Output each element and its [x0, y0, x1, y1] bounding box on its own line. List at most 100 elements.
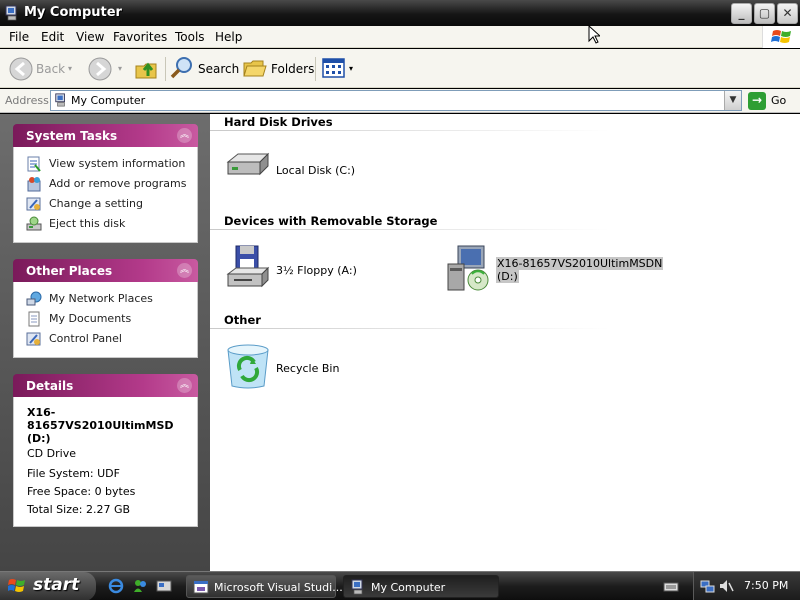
messenger-icon[interactable] — [132, 578, 148, 594]
collapse-icon[interactable]: ︽ — [177, 128, 192, 143]
mouse-cursor-icon — [588, 25, 600, 44]
other-places-panel: Other Places ︽ My Network Places My Docu… — [13, 259, 198, 358]
address-bar: Address My Computer ▼ → Go — [0, 89, 800, 113]
recycle-bin[interactable]: Recycle Bin — [224, 342, 384, 394]
taskbar: start Microsoft Visual Studi... My Compu… — [0, 571, 800, 600]
task-pane: System Tasks ︽ View system information A… — [0, 114, 210, 571]
keyboard-icon[interactable] — [663, 579, 679, 595]
my-network-places-link[interactable]: My Network Places — [14, 289, 197, 309]
details-item-name: X16-81657VS2010UltimMSD (D:) — [27, 406, 174, 445]
search-button[interactable]: Search — [170, 56, 239, 82]
toolbar-separator — [315, 57, 316, 81]
back-arrow-icon — [9, 57, 33, 81]
menu-tools[interactable]: Tools — [175, 30, 205, 44]
recycle-bin-icon — [227, 344, 269, 389]
up-folder-button[interactable] — [134, 56, 160, 82]
my-documents-icon — [28, 311, 40, 327]
network-places-icon — [26, 291, 42, 306]
minimize-button[interactable]: _ — [731, 3, 752, 24]
installer-window-icon — [193, 580, 209, 594]
menu-view[interactable]: View — [76, 30, 104, 44]
views-icon — [322, 58, 345, 78]
group-divider — [210, 328, 610, 329]
folders-icon — [243, 60, 267, 77]
eject-disk-link[interactable]: Eject this disk — [14, 214, 197, 234]
details-file-system: File System: UDF — [27, 467, 120, 480]
add-remove-programs-link[interactable]: Add or remove programs — [14, 174, 197, 194]
windows-flag-icon — [8, 579, 25, 592]
system-tray: 7:50 PM — [693, 572, 800, 600]
control-panel-icon — [26, 197, 41, 211]
system-tasks-panel: System Tasks ︽ View system information A… — [13, 124, 198, 243]
group-removable-storage: Devices with Removable Storage — [224, 214, 438, 228]
address-label: Address — [5, 94, 49, 107]
change-setting-link[interactable]: Change a setting — [14, 194, 197, 214]
menu-help[interactable]: Help — [215, 30, 242, 44]
menu-bar: File Edit View Favorites Tools Help — [0, 26, 800, 48]
address-value: My Computer — [71, 94, 146, 107]
network-icon[interactable] — [700, 578, 716, 594]
go-arrow-icon: → — [748, 92, 766, 110]
local-disk-c[interactable]: Local Disk (C:) — [224, 146, 384, 198]
control-panel-icon — [26, 332, 41, 346]
add-remove-programs-icon — [27, 177, 41, 192]
back-button[interactable]: Back ▾ — [8, 56, 78, 82]
search-icon — [170, 57, 192, 79]
views-dropdown-icon: ▾ — [349, 64, 354, 73]
folders-button[interactable]: Folders — [243, 56, 314, 82]
details-total-size: Total Size: 2.27 GB — [27, 503, 131, 516]
control-panel-link[interactable]: Control Panel — [14, 329, 197, 349]
my-computer-icon — [351, 579, 363, 595]
volume-icon[interactable] — [718, 578, 734, 594]
my-documents-link[interactable]: My Documents — [14, 309, 197, 329]
details-panel: Details ︽ X16-81657VS2010UltimMSD (D:) C… — [13, 374, 198, 527]
back-dropdown-icon[interactable]: ▾ — [68, 64, 72, 73]
floppy-drive-a[interactable]: 3½ Floppy (A:) — [224, 244, 384, 296]
windows-logo-icon — [762, 26, 800, 48]
dvd-drive-d[interactable]: X16-81657VS2010UltimMSDN (D:) — [444, 244, 664, 296]
address-dropdown-button[interactable]: ▼ — [724, 91, 741, 110]
menu-favorites[interactable]: Favorites — [113, 30, 167, 44]
details-free-space: Free Space: 0 bytes — [27, 485, 136, 498]
system-info-icon — [27, 156, 41, 172]
toolbar: Back ▾ ▾ Search Folders ▾ — [0, 49, 800, 88]
internet-explorer-icon[interactable] — [108, 578, 124, 594]
window-title: My Computer — [24, 5, 122, 20]
forward-arrow-icon — [88, 57, 112, 81]
eject-icon — [26, 216, 42, 231]
address-field[interactable]: My Computer ▼ — [50, 90, 742, 111]
hard-drive-icon — [226, 152, 270, 176]
system-tasks-header[interactable]: System Tasks ︽ — [13, 124, 198, 147]
clock[interactable]: 7:50 PM — [744, 579, 788, 592]
start-button[interactable]: start — [0, 572, 96, 600]
group-other: Other — [224, 313, 261, 327]
toolbar-separator — [165, 57, 166, 81]
details-header[interactable]: Details ︽ — [13, 374, 198, 397]
menu-edit[interactable]: Edit — [41, 30, 64, 44]
forward-button[interactable]: ▾ — [87, 56, 127, 82]
content-pane: Hard Disk Drives Local Disk (C:) Devices… — [210, 114, 800, 571]
details-type: CD Drive — [27, 447, 76, 460]
menu-file[interactable]: File — [9, 30, 29, 44]
other-places-header[interactable]: Other Places ︽ — [13, 259, 198, 282]
group-hard-disk-drives: Hard Disk Drives — [224, 115, 333, 129]
my-computer-icon — [55, 93, 65, 107]
go-button[interactable]: → Go — [748, 91, 798, 111]
cd-drive-setup-icon — [447, 245, 489, 291]
title-bar[interactable]: My Computer _ ▢ ✕ — [0, 0, 800, 26]
group-divider — [210, 130, 610, 131]
maximize-button[interactable]: ▢ — [754, 3, 775, 24]
forward-dropdown-icon[interactable]: ▾ — [118, 64, 122, 73]
floppy-drive-icon — [226, 245, 270, 288]
up-folder-icon — [135, 62, 157, 79]
collapse-icon[interactable]: ︽ — [177, 263, 192, 278]
show-desktop-icon[interactable] — [156, 578, 172, 594]
my-computer-icon — [5, 5, 17, 21]
group-divider — [210, 229, 610, 230]
task-my-computer[interactable]: My Computer — [343, 575, 499, 598]
close-button[interactable]: ✕ — [777, 3, 798, 24]
collapse-icon[interactable]: ︽ — [177, 378, 192, 393]
view-system-information-link[interactable]: View system information — [14, 154, 197, 174]
task-visual-studio[interactable]: Microsoft Visual Studi... — [186, 575, 343, 598]
views-button[interactable]: ▾ — [322, 56, 358, 82]
